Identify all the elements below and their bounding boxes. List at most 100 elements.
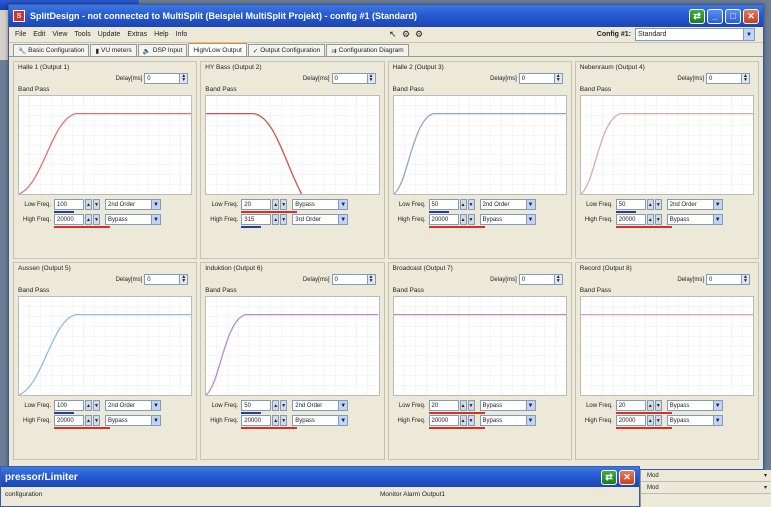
high-freq-input[interactable]: 315 [241,214,272,225]
spin-down-icon[interactable]: ▼ [280,400,288,411]
high-order-select[interactable]: Bypass ▼ [666,214,723,225]
spin-up-icon[interactable]: ▲ [459,199,467,210]
spin-up-icon[interactable]: ▲ [85,199,92,210]
spin-up-icon[interactable]: ▲ [646,214,654,225]
menu-file[interactable]: File [15,31,26,38]
chevron-down-icon[interactable]: ▼ [525,416,535,425]
low-freq-input[interactable]: 20 [241,199,272,210]
high-order-select[interactable]: 3rd Order ▼ [292,214,349,225]
spin-icon[interactable]: ▲ ▼ [366,74,375,83]
menu-help[interactable]: Help [154,31,168,38]
delay-input[interactable]: 0 ▲ ▼ [706,274,750,285]
high-freq-input[interactable]: 20000 [54,415,84,426]
device-icon[interactable]: ⚙ [402,29,412,39]
spin-down-icon[interactable]: ▼ [654,400,662,411]
high-freq-input[interactable]: 20000 [615,415,646,426]
chevron-down-icon[interactable]: ▼ [151,416,160,425]
low-freq-input[interactable]: 20 [615,400,646,411]
spin-icon[interactable]: ▲ ▼ [741,74,749,83]
spin-icon[interactable]: ▲ ▼ [553,74,562,83]
high-order-select[interactable]: Bypass ▼ [666,415,723,426]
spin-down-icon[interactable]: ▼ [93,400,100,411]
spin-icon[interactable]: ▲ ▼ [553,275,562,284]
high-order-select[interactable]: Bypass ▼ [292,415,349,426]
spin-down-icon[interactable]: ▼ [467,400,475,411]
spin-down-icon[interactable]: ▼ [280,415,288,426]
low-freq-input[interactable]: 20 [428,400,459,411]
pointer-icon[interactable]: ↖ [389,29,399,39]
chevron-down-icon[interactable]: ▼ [743,29,754,40]
spin-down-icon[interactable]: ▼ [93,415,100,426]
spin-up-icon[interactable]: ▲ [646,415,654,426]
menu-update[interactable]: Update [98,31,121,38]
tab-output-configuration[interactable]: ✓ Output Configuration [247,44,326,56]
chevron-down-icon[interactable]: ▼ [338,401,348,410]
menu-info[interactable]: Info [176,31,188,38]
tab-configuration-diagram[interactable]: ⇉ Configuration Diagram [326,44,409,56]
spin-up-icon[interactable]: ▲ [272,199,280,210]
spin-down-icon[interactable]: ▼ [467,199,475,210]
spin-icon[interactable]: ▲ ▼ [179,275,188,284]
delay-input[interactable]: 0 ▲ ▼ [144,73,189,84]
menu-edit[interactable]: Edit [33,31,45,38]
compressor-title-bar[interactable]: pressor/Limiter ⇄ ✕ [1,467,639,487]
low-order-select[interactable]: 2nd Order ▼ [292,400,349,411]
config-dropdown[interactable]: Standard ▼ [635,28,755,41]
chevron-down-icon[interactable]: ▼ [338,215,348,224]
side-row[interactable]: Mod ▾ [641,482,771,494]
spin-icon[interactable]: ▲ ▼ [366,275,375,284]
connect-icon-2[interactable]: ⇄ [601,469,617,485]
spin-down-icon[interactable]: ▼ [654,199,662,210]
chevron-down-icon[interactable]: ▼ [712,215,722,224]
high-freq-input[interactable]: 20000 [428,214,459,225]
close-button-2[interactable]: ✕ [619,469,635,485]
spin-down-icon[interactable]: ▼ [93,199,100,210]
spin-up-icon[interactable]: ▲ [272,400,280,411]
delay-input[interactable]: 0 ▲ ▼ [706,73,750,84]
delay-input[interactable]: 0 ▲ ▼ [518,274,563,285]
low-freq-input[interactable]: 100 [54,199,84,210]
high-freq-input[interactable]: 20000 [428,415,459,426]
chevron-down-icon[interactable]: ▼ [712,416,722,425]
tab-dsp-input[interactable]: 🔈 DSP Input [137,44,188,56]
chevron-down-icon[interactable]: ▼ [712,401,722,410]
connect-icon[interactable]: ⇄ [689,8,705,24]
low-order-select[interactable]: Bypass ▼ [666,400,723,411]
spin-icon[interactable]: ▲ ▼ [179,74,188,83]
spin-up-icon[interactable]: ▲ [272,415,280,426]
spin-down-icon[interactable]: ▼ [93,214,100,225]
spin-up-icon[interactable]: ▲ [459,214,467,225]
low-order-select[interactable]: Bypass ▼ [292,199,349,210]
spin-down-icon[interactable]: ▼ [280,214,288,225]
delay-input[interactable]: 0 ▲ ▼ [144,274,189,285]
tab-high-low-output[interactable]: High/Low Output [188,42,247,56]
chevron-down-icon[interactable]: ▼ [525,215,535,224]
spin-down-icon[interactable]: ▼ [280,199,288,210]
chevron-down-icon[interactable]: ▼ [151,401,160,410]
high-freq-input[interactable]: 20000 [615,214,646,225]
spin-up-icon[interactable]: ▲ [646,199,654,210]
chevron-down-icon[interactable]: ▼ [151,215,160,224]
low-order-select[interactable]: 2nd Order ▼ [105,199,161,210]
low-freq-input[interactable]: 50 [241,400,272,411]
high-order-select[interactable]: Bypass ▼ [479,214,536,225]
low-freq-input[interactable]: 100 [54,400,84,411]
low-order-select[interactable]: 2nd Order ▼ [105,400,161,411]
device2-icon[interactable]: ⚙ [415,29,425,39]
spin-down-icon[interactable]: ▼ [654,415,662,426]
high-freq-input[interactable]: 20000 [241,415,272,426]
low-order-select[interactable]: 2nd Order ▼ [666,199,723,210]
delay-input[interactable]: 0 ▲ ▼ [518,73,563,84]
spin-down-icon[interactable]: ▼ [467,214,475,225]
spin-icon[interactable]: ▲ ▼ [741,275,749,284]
high-freq-input[interactable]: 20000 [54,214,84,225]
close-button[interactable]: ✕ [743,8,759,24]
tab-vu-meters[interactable]: ▮ VU meters [90,44,137,56]
low-order-select[interactable]: 2nd Order ▼ [479,199,536,210]
high-order-select[interactable]: Bypass ▼ [105,415,161,426]
chevron-down-icon[interactable]: ▼ [525,200,535,209]
spin-up-icon[interactable]: ▲ [85,415,92,426]
title-bar[interactable]: S SplitDesign - not connected to MultiSp… [9,5,763,27]
spin-down-icon[interactable]: ▼ [467,415,475,426]
spin-up-icon[interactable]: ▲ [646,400,654,411]
